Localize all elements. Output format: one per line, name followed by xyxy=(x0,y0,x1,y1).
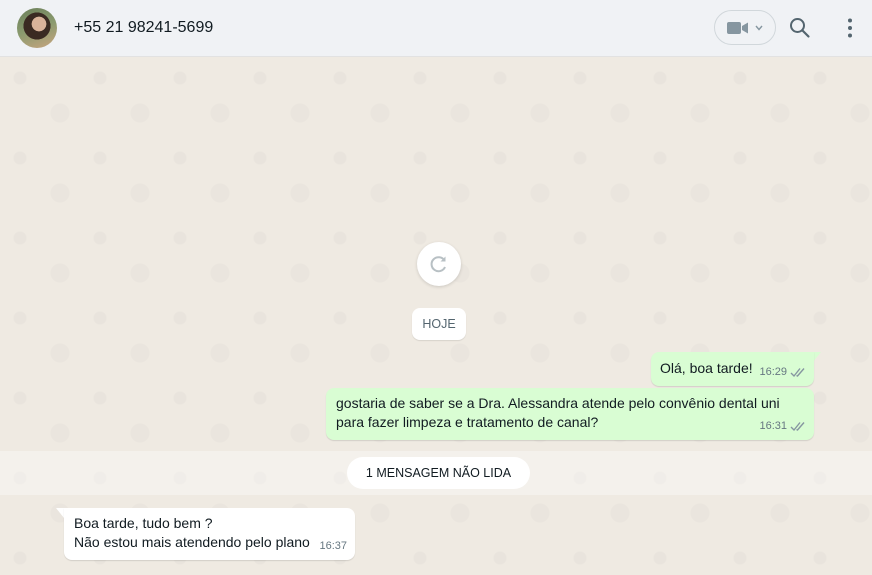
double-check-icon xyxy=(790,422,805,432)
message-time: 16:37 xyxy=(319,540,347,552)
more-options-icon[interactable] xyxy=(845,17,855,39)
double-check-icon xyxy=(790,368,805,378)
search-icon[interactable] xyxy=(789,17,811,39)
chat-panel[interactable]: HOJE Olá, boa tarde! 16:29 gostaria de s… xyxy=(0,58,872,575)
bubble-tail xyxy=(56,508,64,518)
chat-header: +55 21 98241-5699 xyxy=(0,0,872,57)
load-earlier-button[interactable] xyxy=(417,242,461,286)
message-text: Boa tarde, tudo bem ? Não estou mais ate… xyxy=(74,514,324,552)
message-meta: 16:31 xyxy=(759,417,806,436)
bubble-tail xyxy=(813,352,821,362)
message-line: Boa tarde, tudo bem ? xyxy=(74,515,213,531)
message-time: 16:31 xyxy=(759,420,787,432)
message-outgoing[interactable]: Olá, boa tarde! 16:29 xyxy=(651,352,814,386)
unread-messages-badge: 1 MENSAGEM NÃO LIDA xyxy=(347,457,530,489)
refresh-icon xyxy=(430,256,446,273)
video-call-button[interactable] xyxy=(714,10,776,45)
message-incoming[interactable]: Boa tarde, tudo bem ? Não estou mais ate… xyxy=(64,508,355,560)
message-meta: 16:37 xyxy=(319,537,347,556)
chevron-down-icon xyxy=(755,25,763,31)
message-meta: 16:29 xyxy=(759,363,806,382)
contact-name[interactable]: +55 21 98241-5699 xyxy=(74,19,213,37)
video-call-icon xyxy=(727,21,748,34)
date-separator: HOJE xyxy=(412,308,466,340)
message-text: Olá, boa tarde! xyxy=(660,360,753,376)
avatar[interactable] xyxy=(17,8,57,48)
message-outgoing[interactable]: gostaria de saber se a Dra. Alessandra a… xyxy=(326,388,814,440)
message-text: gostaria de saber se a Dra. Alessandra a… xyxy=(336,395,780,430)
message-time: 16:29 xyxy=(759,366,787,378)
message-line: Não estou mais atendendo pelo plano xyxy=(74,534,310,550)
